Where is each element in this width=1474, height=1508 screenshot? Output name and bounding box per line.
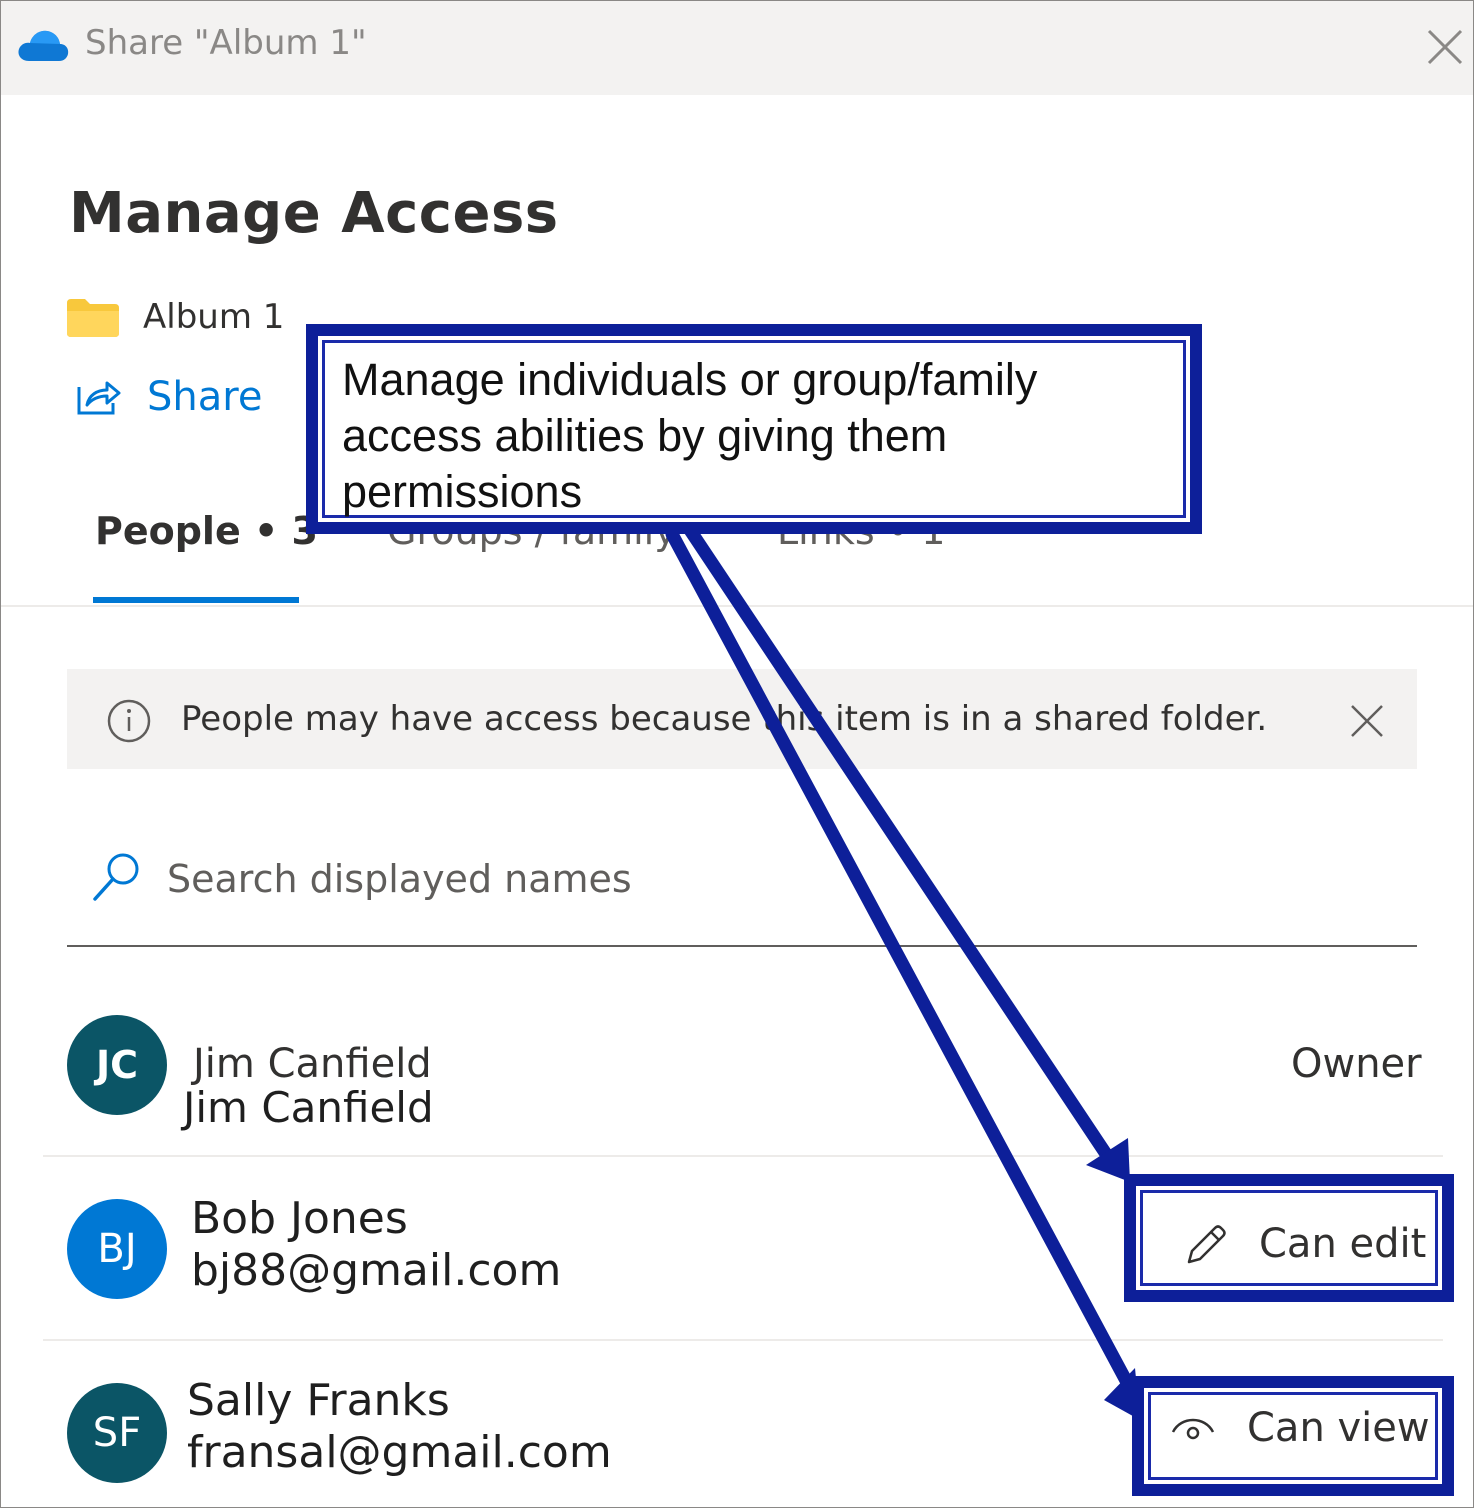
person-detail: Jim Canfield <box>183 1083 434 1132</box>
info-banner-text: People may have access because this item… <box>181 699 1268 739</box>
dismiss-banner-icon[interactable] <box>1349 703 1385 739</box>
avatar: BJ <box>67 1199 167 1299</box>
annotation-callout: Manage individuals or group/family acces… <box>306 324 1202 534</box>
annotation-highlight-view <box>1132 1376 1454 1496</box>
onedrive-cloud-icon <box>18 30 69 61</box>
person-name: Sally Franks <box>187 1375 450 1426</box>
close-icon[interactable] <box>1423 25 1467 69</box>
annotation-highlight-edit <box>1124 1174 1454 1302</box>
person-name: Jim Canfield <box>193 1041 432 1087</box>
search-input[interactable] <box>167 849 1367 909</box>
row-divider <box>43 1155 1443 1157</box>
page-title: Manage Access <box>69 181 559 246</box>
search-icon <box>93 853 139 901</box>
window-title: Share "Album 1" <box>85 23 367 63</box>
avatar-initials: SF <box>92 1410 142 1456</box>
tab-people[interactable]: People • 3 <box>95 509 318 553</box>
avatar: JC <box>67 1015 167 1115</box>
row-divider <box>43 1339 1443 1341</box>
avatar-initials: JC <box>95 1043 139 1087</box>
folder-icon <box>67 299 119 337</box>
share-label: Share <box>147 374 263 420</box>
person-email: bj88@gmail.com <box>191 1245 562 1296</box>
item-name: Album 1 <box>143 297 285 337</box>
selected-tab-indicator <box>93 597 299 603</box>
permission-owner: Owner <box>1291 1041 1422 1087</box>
tab-divider <box>1 605 1473 607</box>
search-underline <box>67 945 1417 947</box>
person-email: fransal@gmail.com <box>187 1427 612 1478</box>
info-icon <box>107 699 151 743</box>
share-button[interactable]: Share <box>73 373 262 421</box>
share-icon <box>77 381 121 415</box>
person-name: Bob Jones <box>191 1193 408 1244</box>
title-bar: Share "Album 1" <box>1 1 1473 95</box>
avatar-initials: BJ <box>97 1226 137 1272</box>
annotation-callout-text: Manage individuals or group/family acces… <box>342 354 1038 517</box>
avatar: SF <box>67 1383 167 1483</box>
info-banner: People may have access because this item… <box>67 669 1417 769</box>
